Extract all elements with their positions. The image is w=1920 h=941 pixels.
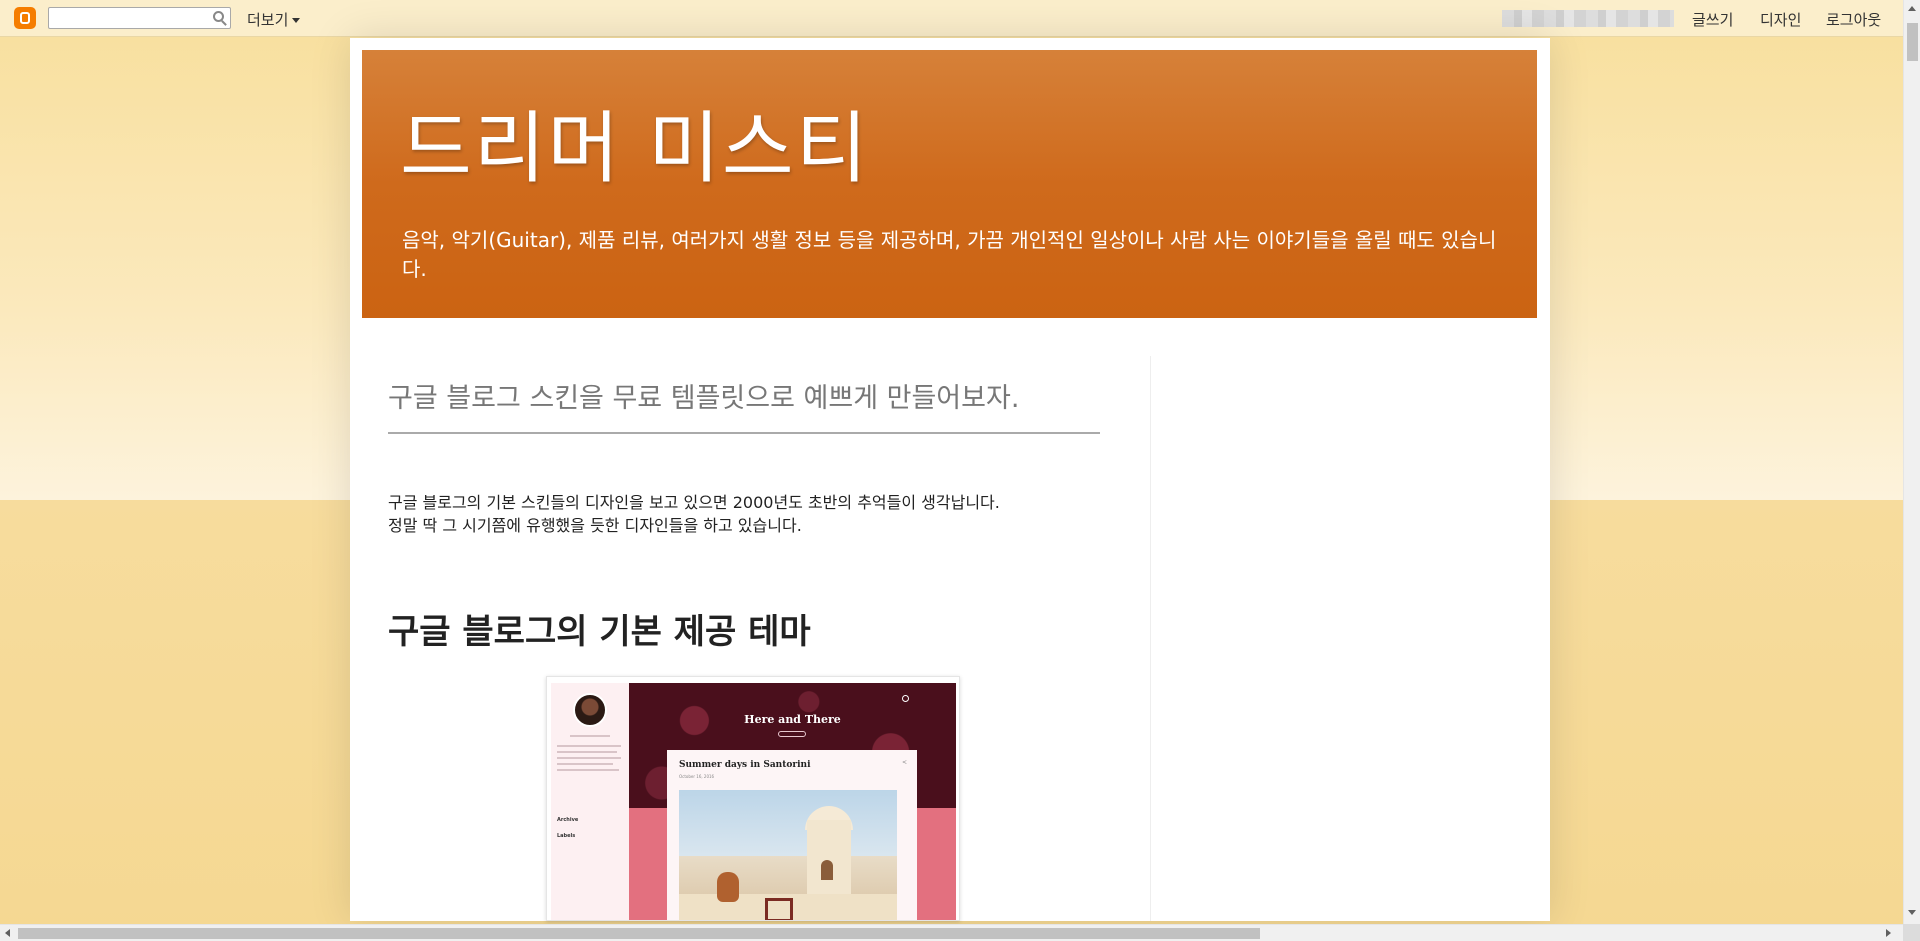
user-email-redacted <box>1502 10 1674 27</box>
preview-text-line <box>557 751 617 753</box>
preview-text-line <box>557 745 621 747</box>
blogger-navbar: 더보기 글쓰기 디자인 로그아웃 <box>0 0 1920 37</box>
preview-avatar <box>573 693 607 727</box>
share-icon: < <box>902 759 908 766</box>
design-link[interactable]: 디자인 <box>1760 9 1801 30</box>
preview-post-card: Summer days in Santorini October 16, 201… <box>667 750 917 920</box>
scroll-up-icon[interactable] <box>1908 6 1916 11</box>
more-menu-label: 더보기 <box>247 11 289 29</box>
post-body-line: 구글 블로그의 기본 스킨들의 디자인을 보고 있으면 2000년도 초반의 추… <box>388 493 1000 512</box>
preview-banner-pill <box>778 731 806 737</box>
horizontal-scroll-thumb[interactable] <box>18 928 1260 939</box>
preview-search-icon <box>902 695 909 702</box>
search-input[interactable] <box>48 7 231 29</box>
scroll-left-icon[interactable] <box>5 929 10 937</box>
preview-text-line <box>570 735 610 737</box>
preview-photo <box>679 790 897 920</box>
vertical-scroll-thumb[interactable] <box>1907 23 1918 61</box>
horizontal-scrollbar[interactable] <box>0 924 1903 941</box>
photo-tower-door <box>821 860 833 880</box>
preview-archive-label: Archive <box>557 817 579 823</box>
preview-text-line <box>557 763 613 765</box>
scroll-down-icon[interactable] <box>1908 910 1916 915</box>
logout-link[interactable]: 로그아웃 <box>1826 9 1881 30</box>
post-title-divider <box>388 432 1100 434</box>
caret-down-icon <box>292 18 301 23</box>
post-title[interactable]: 구글 블로그 스킨을 무료 템플릿으로 예쁘게 만들어보자. <box>388 376 1019 415</box>
post-body: 구글 블로그의 기본 스킨들의 디자인을 보고 있으면 2000년도 초반의 추… <box>388 491 1100 537</box>
photo-pot <box>717 872 739 902</box>
vertical-scrollbar[interactable] <box>1903 0 1920 924</box>
preview-sidebar: Archive Labels <box>551 683 629 920</box>
more-menu-button[interactable]: 더보기 <box>247 9 301 30</box>
blog-description: 음악, 악기(Guitar), 제품 리뷰, 여러가지 생활 정보 등을 제공하… <box>402 228 1497 281</box>
preview-post-title: Summer days in Santorini <box>679 760 811 770</box>
column-divider <box>1150 356 1151 921</box>
preview-text-line <box>557 757 621 759</box>
section-heading: 구글 블로그의 기본 제공 테마 <box>388 612 811 652</box>
blog-container: 드리머 미스티 음악, 악기(Guitar), 제품 리뷰, 여러가지 생활 정… <box>350 38 1550 921</box>
blogger-logo-icon[interactable] <box>14 7 36 29</box>
preview-labels-label: Labels <box>557 833 576 839</box>
blog-header: 드리머 미스티 음악, 악기(Guitar), 제품 리뷰, 여러가지 생활 정… <box>362 50 1537 318</box>
theme-preview-image[interactable]: Archive Labels Here and There Summer day… <box>546 676 960 921</box>
preview-text-line <box>557 769 619 771</box>
photo-chair <box>765 898 793 920</box>
post-body-line: 정말 딱 그 시기쯤에 유행했을 듯한 디자인들을 하고 있습니다. <box>388 516 802 535</box>
preview-banner-title: Here and There <box>744 713 841 726</box>
write-post-link[interactable]: 글쓰기 <box>1692 9 1733 30</box>
preview-main: Here and There Summer days in Santorini … <box>629 683 956 920</box>
blog-title[interactable]: 드리머 미스티 <box>400 86 869 198</box>
scroll-right-icon[interactable] <box>1886 929 1891 937</box>
preview-post-date: October 16, 2016 <box>679 774 715 779</box>
scrollbar-corner <box>1903 924 1920 941</box>
search-icon[interactable] <box>213 11 224 22</box>
